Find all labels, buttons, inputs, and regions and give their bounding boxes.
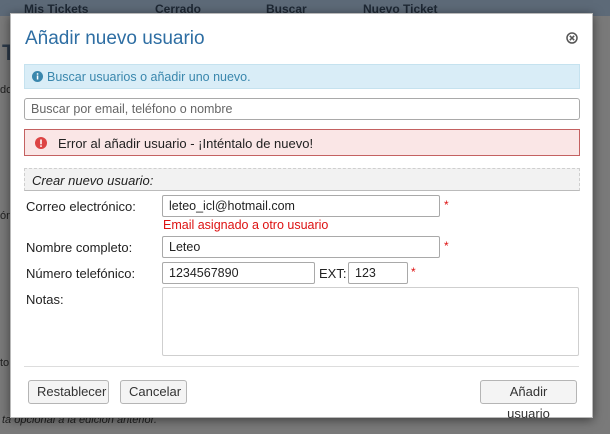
footer-divider [24,366,579,367]
section-header: Crear nuevo usuario: [24,168,580,191]
ext-label: EXT: [319,266,347,281]
phone-label: Número telefónico: [26,266,136,281]
dialog-title: Añadir nuevo usuario [25,28,205,49]
required-mark: * [411,265,416,279]
required-mark: * [444,239,449,253]
notes-label: Notas: [26,292,64,307]
required-mark: * [444,198,449,212]
phone-field[interactable] [162,262,315,284]
name-field[interactable] [162,236,440,258]
error-banner: Error al añadir usuario - ¡Inténtalo de … [24,129,580,156]
section-title: Crear nuevo usuario: [32,173,154,188]
cancel-button[interactable]: Cancelar [120,380,187,404]
error-icon [35,137,47,149]
search-input[interactable] [24,98,580,120]
add-user-dialog: Añadir nuevo usuario Buscar usuarios o a… [10,13,593,421]
error-text: Error al añadir usuario - ¡Inténtalo de … [58,136,314,151]
add-user-button[interactable]: Añadir usuario [480,380,577,421]
name-label: Nombre completo: [26,240,133,255]
info-banner: Buscar usuarios o añadir uno nuevo. [24,64,580,89]
bg-fragment: to [0,357,10,369]
email-label: Correo electrónico: [26,199,136,214]
info-icon [32,71,43,82]
info-text: Buscar usuarios o añadir uno nuevo. [47,70,251,84]
email-field[interactable] [162,195,440,217]
close-icon[interactable] [566,32,578,44]
ext-field[interactable] [348,262,408,284]
reset-button[interactable]: Restablecer [28,380,109,404]
email-error: Email asignado a otro usuario [163,218,329,232]
notes-field[interactable] [162,287,579,356]
